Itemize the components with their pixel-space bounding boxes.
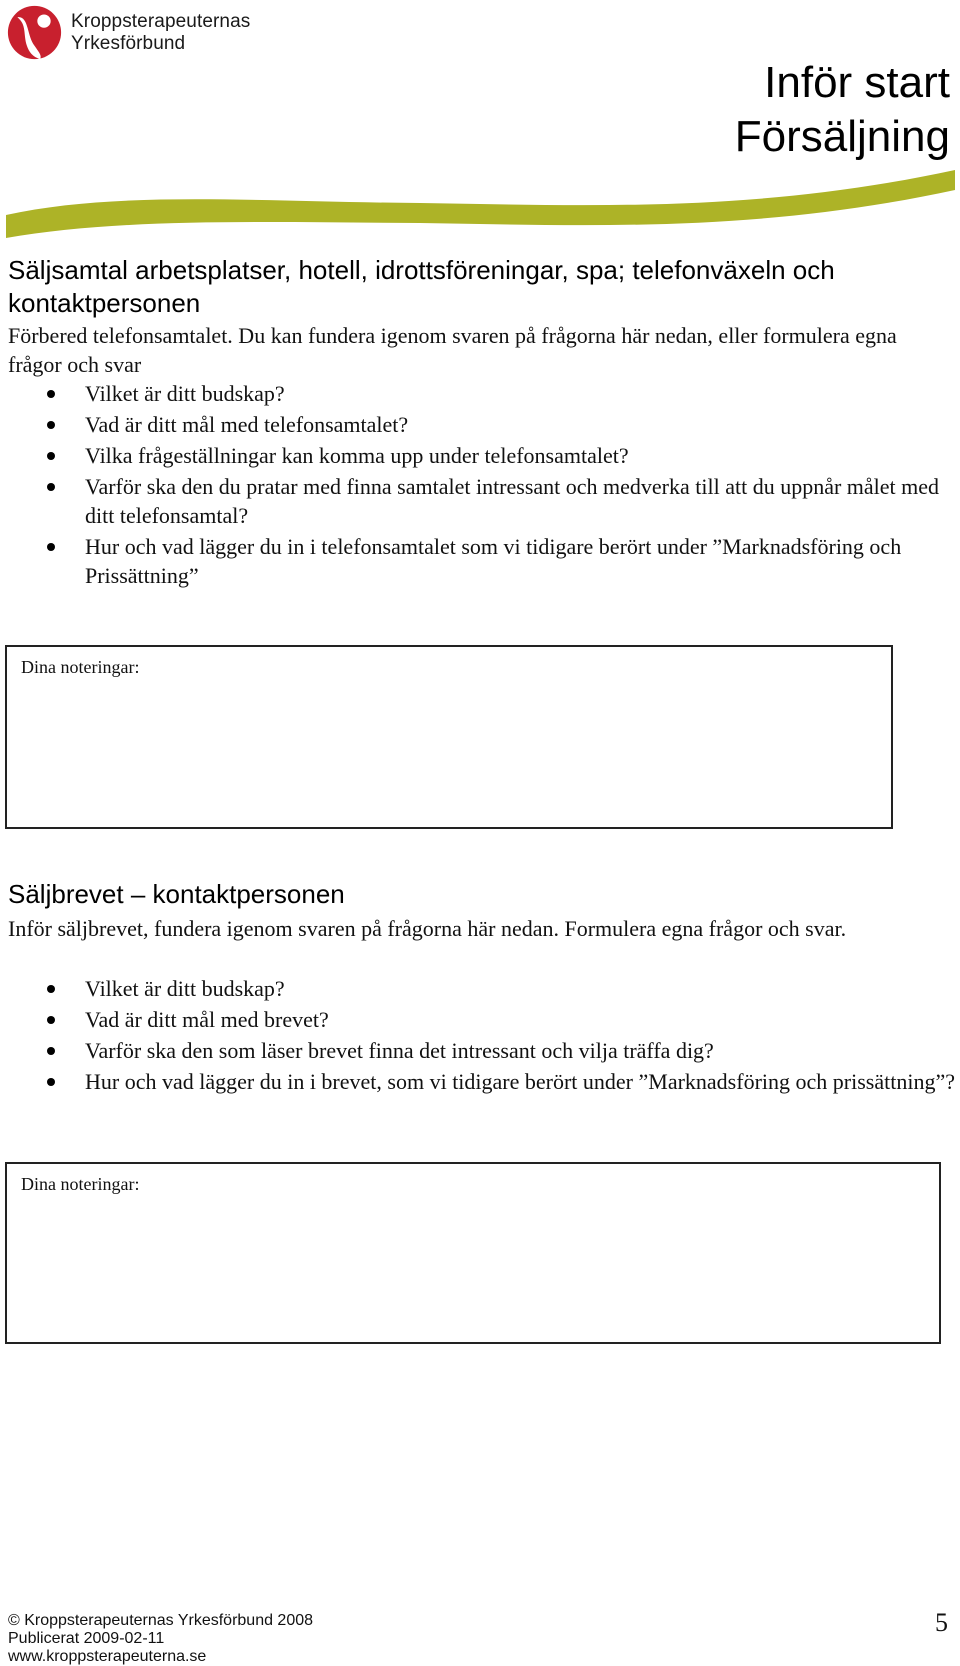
- section-intro-sales-letter: Inför säljbrevet, fundera igenom svaren …: [8, 916, 847, 941]
- bullet-icon: [47, 1078, 55, 1086]
- notes-input-sales-letter[interactable]: [7, 1164, 939, 1342]
- bullet-icon: [47, 421, 55, 429]
- list-item: Varför ska den du pratar med finna samta…: [0, 472, 955, 530]
- list-item: Varför ska den som läser brevet finna de…: [0, 1036, 955, 1065]
- section-heading-phone-call: Säljsamtal arbetsplatser, hotell, idrott…: [8, 255, 835, 318]
- decorative-wave: [6, 170, 955, 238]
- question-list-phone-call: Vilket är ditt budskap? Vad är ditt mål …: [0, 379, 955, 592]
- list-item: Vad är ditt mål med telefonsamtalet?: [0, 410, 955, 439]
- bullet-icon: [47, 483, 55, 491]
- list-item: Vilket är ditt budskap?: [0, 379, 955, 408]
- organization-logo: Kroppsterapeuternas Yrkesförbund: [6, 4, 250, 61]
- footer-website-link[interactable]: www.kroppsterapeuterna.se: [8, 1648, 313, 1666]
- list-item: Vilket är ditt budskap?: [0, 974, 955, 1003]
- footer-copyright: © Kroppsterapeuternas Yrkesförbund 2008: [8, 1612, 314, 1629]
- bullet-icon: [47, 543, 55, 551]
- bullet-icon: [47, 985, 55, 993]
- bullet-icon: [47, 1016, 55, 1024]
- list-item: Hur och vad lägger du in i telefonsamtal…: [0, 532, 955, 590]
- logo-mark-icon: [7, 5, 62, 60]
- notes-box-sales-letter[interactable]: Dina noteringar:: [5, 1162, 941, 1344]
- list-item: Hur och vad lägger du in i brevet, som v…: [0, 1067, 955, 1096]
- logo-line-1: Kroppsterapeuternas: [71, 10, 251, 32]
- page-number: 5: [935, 1608, 948, 1637]
- list-item: Vad är ditt mål med brevet?: [0, 1005, 955, 1034]
- bullet-icon: [47, 390, 55, 398]
- bullet-icon: [47, 1047, 55, 1055]
- section-heading-sales-letter: Säljbrevet – kontaktpersonen: [8, 879, 345, 909]
- page-title-line-2: Försäljning: [734, 112, 950, 161]
- question-list-sales-letter: Vilket är ditt budskap? Vad är ditt mål …: [0, 974, 955, 1098]
- page-footer: © Kroppsterapeuternas Yrkesförbund 2008 …: [8, 1612, 313, 1666]
- page-title: Inför start Försäljning: [735, 56, 950, 164]
- logo-line-2: Yrkesförbund: [71, 32, 186, 54]
- list-item: Vilka frågeställningar kan komma upp und…: [0, 441, 955, 470]
- page-title-line-1: Inför start: [764, 58, 950, 107]
- bullet-icon: [47, 452, 55, 460]
- logo-text: Kroppsterapeuternas Yrkesförbund: [71, 11, 250, 55]
- notes-box-phone-call[interactable]: Dina noteringar:: [5, 645, 893, 829]
- notes-input-phone-call[interactable]: [7, 647, 891, 827]
- section-intro-phone-call: Förbered telefonsamtalet. Du kan fundera…: [8, 323, 897, 377]
- footer-published-date: Publicerat 2009-02-11: [8, 1630, 165, 1647]
